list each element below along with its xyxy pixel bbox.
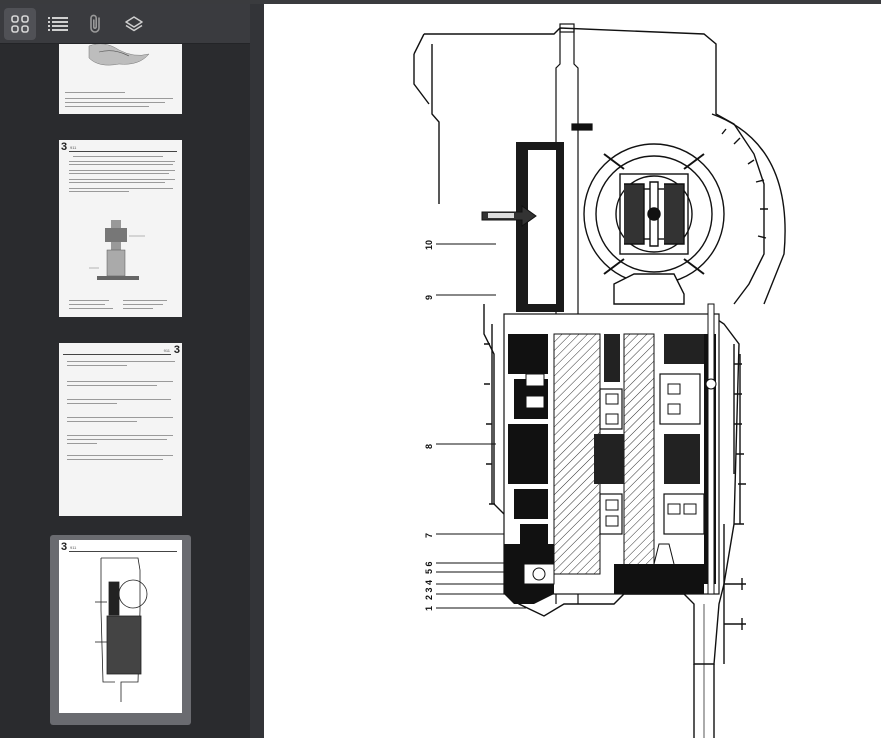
- page-thumbnail-1[interactable]: [59, 40, 182, 114]
- list-icon: [48, 16, 68, 31]
- outline-tab-button[interactable]: [42, 8, 74, 40]
- layers-tab-button[interactable]: [118, 8, 150, 40]
- document-page-view[interactable]: 10 9 8 7 5 6 2 3 4 1: [264, 4, 881, 738]
- attachments-tab-button[interactable]: [80, 8, 112, 40]
- layers-icon: [125, 15, 143, 31]
- thumbnail-header: 911: [163, 348, 170, 353]
- callout-label-10: 10: [424, 240, 434, 250]
- callout-label-9: 9: [424, 295, 434, 300]
- callout-label-1: 1: [424, 606, 434, 611]
- page-thumbnail-2[interactable]: 3 911: [59, 140, 182, 317]
- callout-label-7: 7: [424, 533, 434, 538]
- page-thumbnail-4[interactable]: 3 911: [59, 540, 182, 713]
- thumbnail-illustration: [89, 220, 145, 280]
- thumbnail-illustration: [95, 557, 148, 703]
- sidebar-splitter[interactable]: [250, 4, 264, 738]
- thumbnail-sidebar[interactable]: 3 911 3 911 3 911: [0, 4, 250, 738]
- page-thumbnail-3[interactable]: 3 911: [59, 343, 182, 516]
- paperclip-icon: [90, 14, 100, 33]
- sidebar-toolbar: [0, 4, 250, 44]
- thumbnails-tab-button[interactable]: [4, 7, 36, 40]
- grid-icon: [11, 14, 29, 33]
- thumbnail-page-marker: 3: [173, 344, 180, 356]
- callout-label-5-6: 5 6: [424, 561, 434, 574]
- callout-label-2-3-4: 2 3 4: [424, 580, 434, 600]
- callout-label-8: 8: [424, 444, 434, 449]
- gearbox-cutaway-drawing: 10 9 8 7 5 6 2 3 4 1: [413, 23, 786, 738]
